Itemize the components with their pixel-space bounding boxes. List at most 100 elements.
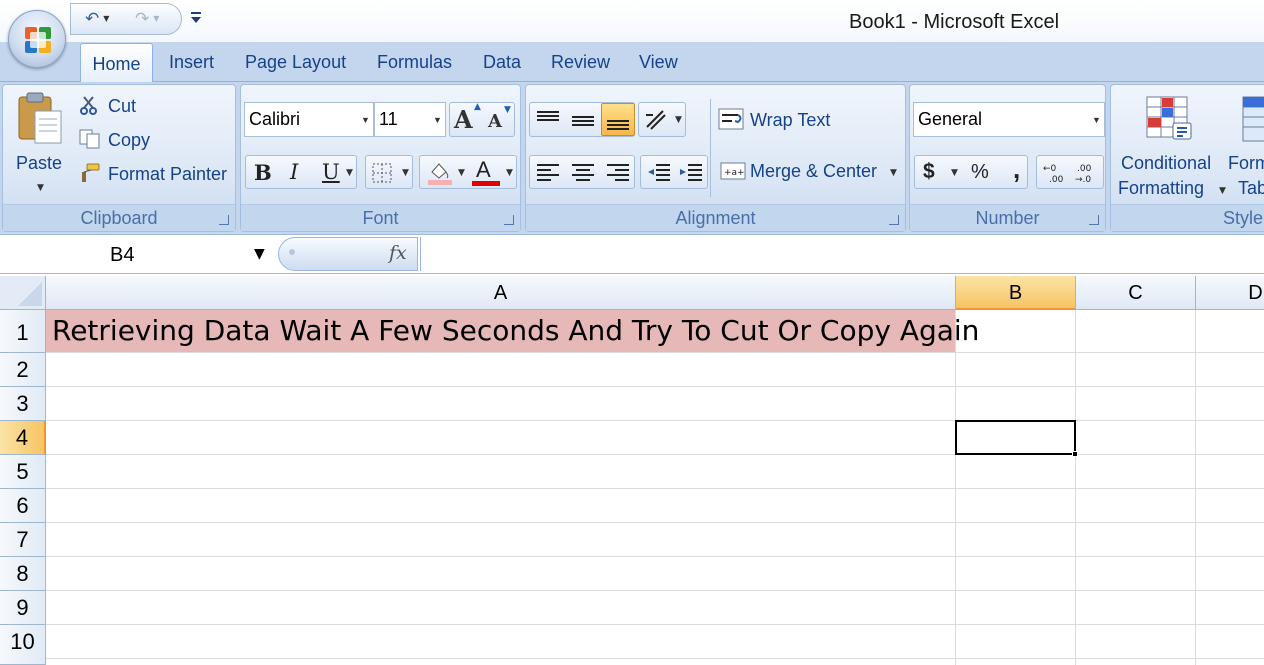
font-size-combo[interactable]: 11 ▼ <box>374 102 446 137</box>
column-header-b[interactable]: B <box>956 276 1076 310</box>
font-color-button[interactable]: A <box>476 157 491 183</box>
insert-function-icon[interactable]: fx <box>389 242 407 264</box>
row-header-10[interactable]: 10 <box>0 625 46 665</box>
column-header-d[interactable]: D <box>1196 276 1264 310</box>
fill-color-icon[interactable] <box>426 160 452 186</box>
increase-decimal-icon[interactable]: ←0.00 <box>1041 161 1069 185</box>
comma-button[interactable]: , <box>1013 154 1020 185</box>
scissors-icon <box>80 96 97 115</box>
conditional-formatting-dropdown-icon[interactable]: ▼ <box>1219 186 1226 196</box>
undo-dropdown-icon[interactable]: ▼ <box>103 14 109 23</box>
active-cell-b4[interactable] <box>955 420 1076 455</box>
row-header-9[interactable]: 9 <box>0 591 46 625</box>
name-box-dropdown-icon[interactable]: ▼ <box>254 246 265 262</box>
row-header-7[interactable]: 7 <box>0 523 46 557</box>
resize-grip-icon[interactable] <box>289 249 295 255</box>
wrap-text-button[interactable]: Wrap Text <box>716 105 846 135</box>
align-left-icon[interactable] <box>535 161 561 185</box>
formula-controls: fx <box>278 237 418 271</box>
merge-center-dropdown-icon[interactable]: ▼ <box>890 168 897 178</box>
tab-page-layout[interactable]: Page Layout <box>245 52 346 73</box>
paste-button[interactable]: Paste ▼ <box>9 89 71 197</box>
align-right-icon[interactable] <box>605 161 631 185</box>
conditional-formatting-button[interactable]: Conditional Formatting ▼ <box>1115 89 1226 201</box>
font-size-dropdown-icon[interactable]: ▼ <box>433 115 442 125</box>
alignment-group-label: Alignment <box>526 204 905 231</box>
orientation-dropdown-icon[interactable]: ▼ <box>675 115 682 125</box>
underline-button[interactable]: U <box>322 160 340 184</box>
row-header-4[interactable]: 4 <box>0 421 46 455</box>
align-middle-icon[interactable] <box>570 108 596 132</box>
font-launcher-icon[interactable] <box>504 215 514 225</box>
format-painter-button[interactable]: Format Painter <box>79 161 235 187</box>
shrink-font-button[interactable]: A <box>488 111 502 132</box>
tab-data[interactable]: Data <box>483 52 521 73</box>
row-header-6[interactable]: 6 <box>0 489 46 523</box>
grow-font-button[interactable]: A <box>454 105 473 134</box>
copy-button[interactable]: Copy <box>79 127 199 153</box>
font-name-combo[interactable]: Calibri ▼ <box>244 102 374 137</box>
cell-a1[interactable]: Retrieving Data Wait A Few Seconds And T… <box>46 310 979 352</box>
tab-insert[interactable]: Insert <box>169 52 214 73</box>
worksheet-grid: A B C D 1 2 3 4 5 6 7 8 9 10 Retrieving … <box>0 276 1264 665</box>
format-as-table-label-1: Form <box>1228 153 1264 173</box>
bold-button[interactable]: B <box>254 160 272 185</box>
office-button[interactable] <box>8 10 66 68</box>
increase-indent-icon[interactable] <box>678 161 704 185</box>
row-header-5[interactable]: 5 <box>0 455 46 489</box>
number-format-value: General <box>918 109 983 129</box>
redo-dropdown-icon[interactable]: ▼ <box>153 14 159 23</box>
copy-label: Copy <box>108 130 151 150</box>
number-format-dropdown-icon[interactable]: ▼ <box>1092 115 1101 125</box>
tab-formulas[interactable]: Formulas <box>377 52 452 73</box>
font-color-dropdown-icon[interactable]: ▼ <box>506 168 513 178</box>
number-format-combo[interactable]: General ▼ <box>913 102 1105 137</box>
borders-dropdown-icon[interactable]: ▼ <box>402 168 409 178</box>
number-launcher-icon[interactable] <box>1089 215 1099 225</box>
clipboard-group: Paste ▼ Cut Copy Format Painter Clipboar… <box>2 84 236 232</box>
name-box[interactable]: B4 ▼ <box>0 239 280 271</box>
fill-color-dropdown-icon[interactable]: ▼ <box>458 168 465 178</box>
row-header-3[interactable]: 3 <box>0 387 46 421</box>
redo-button[interactable]: ↷ ▼ <box>135 8 169 30</box>
font-name-dropdown-icon[interactable]: ▼ <box>361 115 370 125</box>
indent-buttons <box>640 155 708 189</box>
align-bottom-button[interactable] <box>601 103 635 136</box>
svg-text:←0: ←0 <box>1043 164 1057 174</box>
wrap-text-icon <box>718 108 744 130</box>
format-as-table-button[interactable]: Form Tab <box>1227 89 1264 201</box>
align-top-icon[interactable] <box>535 108 561 132</box>
borders-button[interactable]: ▼ <box>365 155 413 189</box>
row-header-8[interactable]: 8 <box>0 557 46 591</box>
fill-handle[interactable] <box>1072 451 1078 457</box>
paste-dropdown-icon[interactable]: ▼ <box>37 183 44 193</box>
cut-button[interactable]: Cut <box>79 93 199 119</box>
tab-review[interactable]: Review <box>551 52 610 73</box>
merge-center-button[interactable]: +a+ Merge & Center ▼ <box>718 157 902 187</box>
conditional-formatting-icon <box>1146 96 1192 140</box>
italic-button[interactable]: I <box>290 160 298 184</box>
currency-dropdown-icon[interactable]: ▼ <box>951 168 958 178</box>
cell-a1-text: Retrieving Data Wait A Few Seconds And T… <box>52 314 980 347</box>
column-header-c[interactable]: C <box>1076 276 1196 310</box>
customize-qat-icon[interactable] <box>190 10 204 28</box>
excel-window: ↶ ▼ ↷ ▼ Book1 - Microsoft Excel Home Inser… <box>0 0 1264 665</box>
tab-view[interactable]: View <box>639 52 678 73</box>
select-all-button[interactable] <box>0 276 46 310</box>
paste-label: Paste <box>16 153 63 173</box>
underline-dropdown-icon[interactable]: ▼ <box>346 168 353 178</box>
undo-button[interactable]: ↶ ▼ <box>85 8 119 30</box>
currency-button[interactable]: $ <box>923 160 935 184</box>
align-center-icon[interactable] <box>570 161 596 185</box>
percent-button[interactable]: % <box>971 161 989 184</box>
tab-home[interactable]: Home <box>80 43 153 83</box>
formula-input[interactable] <box>420 237 1264 271</box>
column-header-a[interactable]: A <box>46 276 956 310</box>
row-header-2[interactable]: 2 <box>0 353 46 387</box>
row-header-1[interactable]: 1 <box>0 310 46 353</box>
decrease-decimal-icon[interactable]: .00→.0 <box>1073 161 1101 185</box>
decrease-indent-icon[interactable] <box>646 161 672 185</box>
clipboard-launcher-icon[interactable] <box>219 215 229 225</box>
orientation-button[interactable]: ▼ <box>638 102 686 137</box>
alignment-launcher-icon[interactable] <box>889 215 899 225</box>
